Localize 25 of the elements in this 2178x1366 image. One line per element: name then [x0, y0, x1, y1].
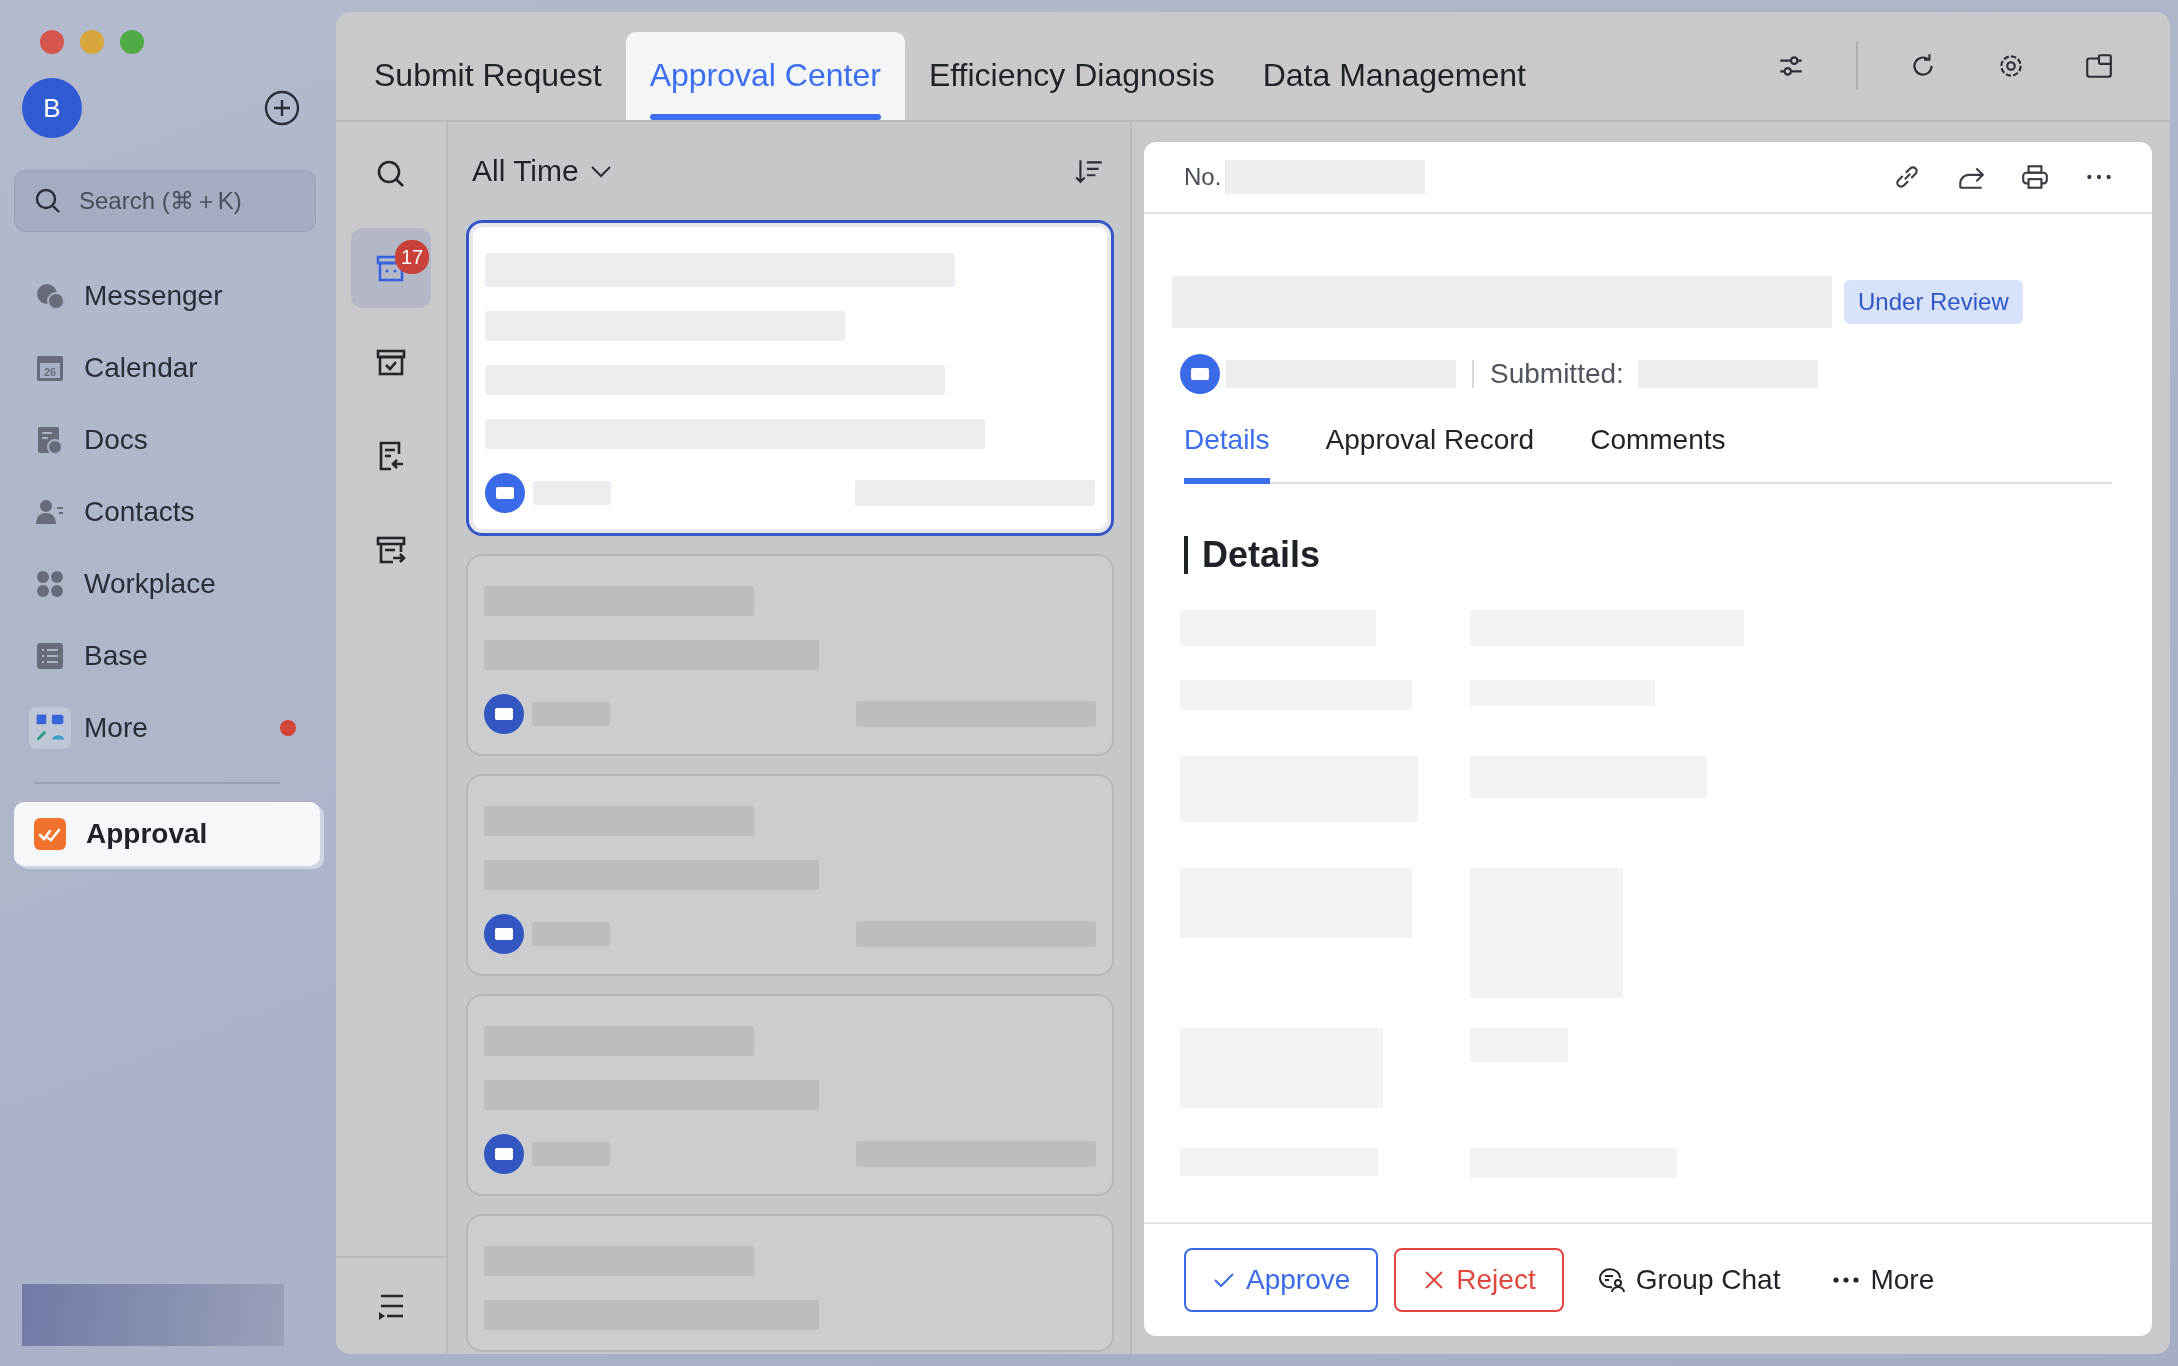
sidebar-item[interactable]: Contacts — [14, 476, 316, 548]
search-field[interactable]: Search (⌘＋K) — [14, 170, 316, 232]
tab[interactable]: Data Management — [1238, 32, 1550, 120]
sidebar-item[interactable]: More — [14, 692, 316, 764]
sidebar-item[interactable]: 26 Calendar — [14, 332, 316, 404]
rail-button[interactable]: 17 — [351, 228, 431, 308]
profile-avatar[interactable]: B — [22, 78, 82, 138]
sidebar-item[interactable]: Workplace — [14, 548, 316, 620]
count-badge: 17 — [395, 240, 429, 274]
tab[interactable]: Submit Request — [350, 32, 626, 120]
sidebar-item[interactable]: Base — [14, 620, 316, 692]
section-title: Details — [1184, 536, 2112, 574]
time-filter-dropdown[interactable]: All Time — [472, 154, 613, 188]
tab[interactable]: Details — [1184, 424, 1270, 484]
sidebar-item[interactable]: Docs — [14, 404, 316, 476]
approve-button[interactable]: Approve — [1184, 1248, 1379, 1312]
number-label: No. — [1184, 163, 1222, 191]
tab[interactable]: Comments — [1590, 424, 1726, 484]
reject-button[interactable]: Reject — [1394, 1248, 1564, 1312]
status-tag: Under Review — [1844, 280, 2023, 324]
tab[interactable]: Efficiency Diagnosis — [904, 32, 1239, 120]
submitted-label: Submitted: — [1490, 358, 1624, 390]
tab[interactable]: Approval Center — [625, 32, 905, 120]
tab[interactable]: Approval Record — [1325, 424, 1535, 484]
sidebar-item[interactable]: Messenger — [14, 260, 316, 332]
